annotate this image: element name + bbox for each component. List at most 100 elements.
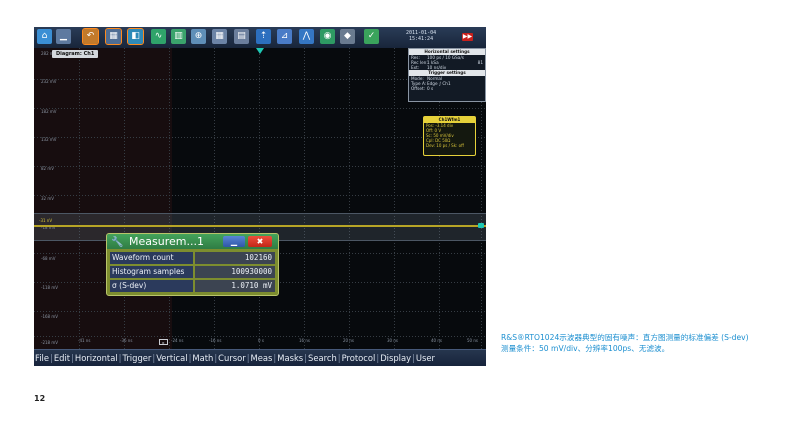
menu-user[interactable]: User (415, 353, 436, 363)
menu-cursor[interactable]: Cursor (217, 353, 247, 363)
home-icon[interactable]: ⌂ (37, 29, 52, 44)
measurement-value: 100930000 (195, 266, 275, 278)
x-tick-label: 20 ns (343, 338, 354, 343)
toolbar: ⌂ ▁ ↶ ▦ ◧ ∿ ▥ ⊕ ▦ ▤ ⇡ ⊿ ⋀ ◉ ◆ ✓ 2011-01-… (34, 27, 486, 49)
menu-trigger[interactable]: Trigger (121, 353, 152, 363)
time-text: 15:41:24 (409, 36, 434, 42)
y-tick-label: 132 mV (41, 137, 57, 142)
grid-line (34, 311, 486, 312)
undo-icon[interactable]: ↶ (82, 28, 99, 45)
setting-key: Ext: (411, 65, 420, 70)
wrench-icon[interactable]: 🔧 (111, 235, 123, 250)
measurement-row: σ (S-dev) 1.0710 mV (110, 280, 275, 293)
measurement-label: σ (S-dev) (110, 280, 193, 292)
date-time: 2011-01-04 15:41:24 (406, 30, 436, 42)
camera-icon[interactable]: ◉ (320, 29, 335, 44)
grid-line (394, 48, 395, 349)
x-tick-label: 0 s (258, 338, 264, 343)
waveform-trace (34, 225, 486, 227)
menu-protocol[interactable]: Protocol (341, 353, 377, 363)
x-tick-label: 50 ns (467, 338, 478, 343)
x-tick-label: -36 ns (120, 338, 133, 343)
y-tick-label: -118 mV (41, 285, 58, 290)
menu-edit[interactable]: Edit (53, 353, 71, 363)
measurement-titlebar[interactable]: 🔧 Measurem...1 ▁ ✖ (107, 234, 278, 249)
signal-icon[interactable]: ◧ (127, 28, 144, 45)
fft-icon[interactable]: ⋀ (299, 29, 314, 44)
autoset-icon[interactable]: ◆ (340, 29, 355, 44)
y-tick-label: -218 mV (41, 340, 58, 345)
menu-display[interactable]: Display (379, 353, 412, 363)
pretrigger-region (34, 48, 172, 349)
menu-math[interactable]: Math (191, 353, 214, 363)
grid-icon[interactable]: ▦ (212, 29, 227, 44)
y-tick-label: 182 mV (41, 109, 57, 114)
menu-file[interactable]: File (34, 353, 50, 363)
menu-vertical[interactable]: Vertical (155, 353, 188, 363)
histogram-icon[interactable]: ▥ (171, 29, 186, 44)
x-tick-label: 40 ns (431, 338, 442, 343)
grid-line (34, 166, 486, 167)
x-tick-label: 30 ns (387, 338, 398, 343)
measurement-dialog[interactable]: 🔧 Measurem...1 ▁ ✖ Waveform count 102160… (106, 233, 279, 296)
close-button[interactable]: ✖ (248, 236, 272, 247)
measurement-row: Histogram samples 100930000 (110, 266, 275, 279)
grid-line (214, 48, 215, 349)
horizontal-settings-panel[interactable]: Horizontal settings Res: 100 ps / 10 GSa/… (408, 48, 486, 102)
menu-search[interactable]: Search (307, 353, 338, 363)
trace-level-label: -31 nV (39, 218, 53, 223)
grid-line (34, 336, 486, 337)
measurement-title: Measurem...1 (129, 235, 204, 248)
measurement-row: Waveform count 102160 (110, 252, 275, 265)
minimize-icon[interactable]: ▁ (56, 29, 71, 44)
diagram-tab[interactable]: Diagram: Ch1 (52, 50, 99, 58)
menu-masks[interactable]: Masks (276, 353, 304, 363)
table-icon[interactable]: ▤ (234, 29, 249, 44)
cursor-icon[interactable]: ⇡ (256, 29, 271, 44)
figure-caption: R&S®RTO1024示波器典型的固有噪声：直方图测量的标准偏差 (S-dev)… (501, 333, 749, 353)
grid-line (349, 48, 350, 349)
menu-horizontal[interactable]: Horizontal (74, 353, 119, 363)
x-tick-label: -41 ns (78, 338, 91, 343)
measure-icon[interactable]: ⊿ (277, 29, 292, 44)
y-tick-label: -168 mV (41, 314, 58, 319)
measurement-label: Waveform count (110, 252, 193, 264)
page-number: 12 (34, 394, 46, 403)
y-tick-label: -68 mV (41, 256, 56, 261)
setting-key: Offset: (411, 86, 425, 91)
grid-line (79, 48, 80, 349)
x-position-marker[interactable]: ▸ (159, 339, 168, 345)
channel-info-box[interactable]: Ch1Wfm1 Pos: -3.14 div Off: 0 V Sc: 50 m… (423, 116, 476, 156)
layout-icon[interactable]: ▦ (105, 28, 122, 45)
y-tick-label: 32 mV (41, 196, 54, 201)
x-tick-label: 16 ns (299, 338, 310, 343)
channel-offset-icon[interactable] (478, 223, 484, 228)
grid-line (34, 195, 486, 196)
y-tick-label: 82 mV (41, 166, 54, 171)
channel-info-row: Dev: 10 ps / Sk: off (426, 143, 464, 148)
measurement-label: Histogram samples (110, 266, 193, 278)
menu-meas[interactable]: Meas (250, 353, 274, 363)
grid-line (34, 108, 486, 109)
oscilloscope-screenshot: ⌂ ▁ ↶ ▦ ◧ ∿ ▥ ⊕ ▦ ▤ ⇡ ⊿ ⋀ ◉ ◆ ✓ 2011-01-… (34, 27, 486, 366)
zoom-icon[interactable]: ⊕ (191, 29, 206, 44)
minimize-button[interactable]: ▁ (223, 236, 245, 247)
grid-line (259, 48, 260, 349)
y-tick-label: 232 mV (41, 79, 57, 84)
grid-line (34, 137, 486, 138)
setting-value: 0 s (427, 86, 434, 91)
setting-row: Offset: 0 s (409, 86, 485, 91)
x-tick-label: -16 ns (209, 338, 222, 343)
grid-line (304, 48, 305, 349)
waveform-icon[interactable]: ∿ (151, 29, 166, 44)
grid-line (169, 48, 170, 349)
trigger-position-icon[interactable] (256, 48, 264, 54)
menu-bar: File|Edit|Horizontal|Trigger|Vertical|Ma… (34, 349, 486, 366)
settings-badge: 81 (477, 60, 483, 65)
measurement-value: 1.0710 mV (195, 280, 275, 292)
run-icon[interactable]: ▶▶ (462, 33, 473, 41)
grid-line (124, 48, 125, 349)
x-tick-label: -24 ns (171, 338, 184, 343)
ok-icon[interactable]: ✓ (364, 29, 379, 44)
measurement-value: 102160 (195, 252, 275, 264)
